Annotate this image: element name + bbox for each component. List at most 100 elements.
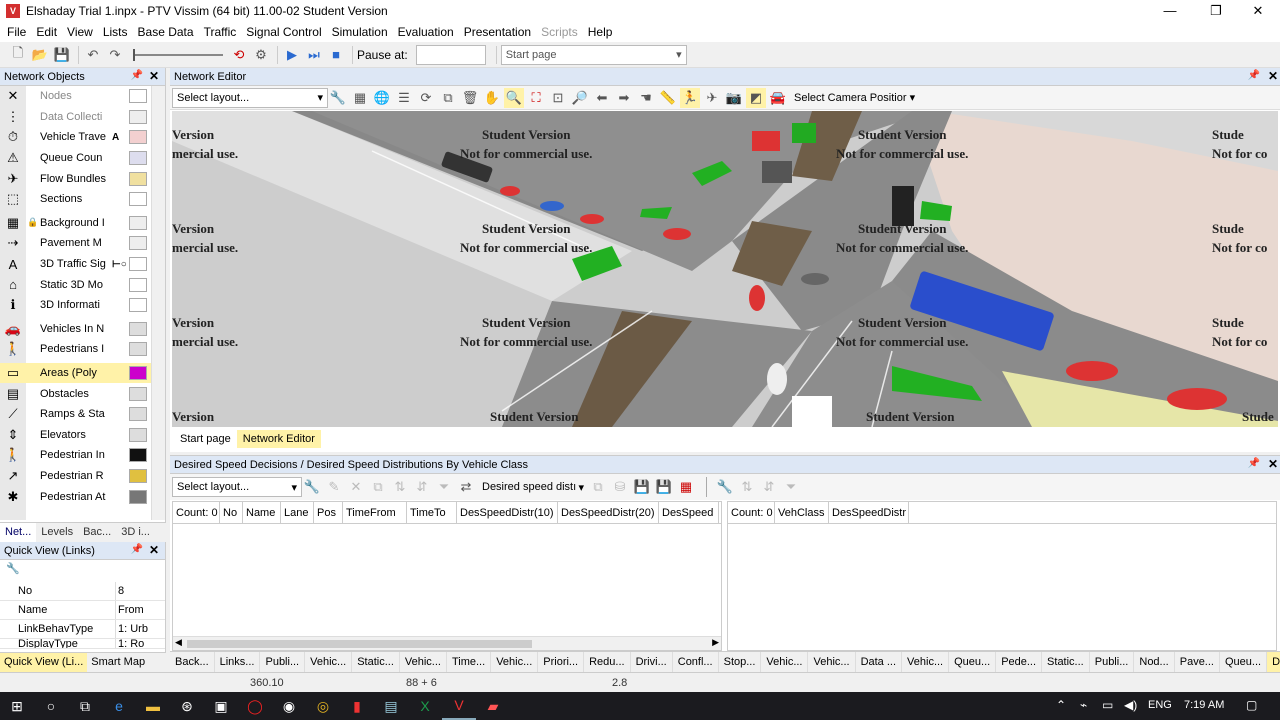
col-desspeeddistr[interactable]: DesSpeedDistr [829, 502, 909, 523]
network-object-row[interactable]: ⌂ Static 3D Mo [0, 274, 165, 295]
synchronize-icon[interactable]: ⇄ [456, 477, 476, 497]
network-object-row[interactable]: ✕ Nodes [0, 86, 165, 107]
vehicles-in-network-icon[interactable]: 🚗 [0, 319, 26, 339]
col-no[interactable]: No [220, 502, 243, 523]
distribution-select[interactable]: Desired speed distı ▾ [478, 477, 588, 497]
menu-traffic[interactable]: Traffic [199, 25, 242, 39]
qv-row-name[interactable]: Name From [0, 601, 165, 620]
display-style-swatch[interactable] [129, 366, 147, 381]
edge-icon[interactable]: e [102, 692, 136, 720]
scroll-left-icon[interactable]: ◀ [175, 637, 182, 648]
layout-select[interactable]: Select layout... ▾ [172, 87, 328, 108]
zoom-fit-icon[interactable]: ⛶ [526, 88, 546, 108]
redo-icon[interactable]: ↷ [105, 45, 125, 65]
network-object-row[interactable]: ⇢ Pavement M [0, 233, 165, 254]
network-object-row[interactable]: ⋮ Data Collecti [0, 107, 165, 128]
network-object-row[interactable]: ✱ Pedestrian At [0, 486, 165, 507]
col-name[interactable]: Name [243, 502, 281, 523]
network-object-row[interactable]: ▭ Areas (Poly [0, 362, 165, 384]
tab-smart-map[interactable]: Smart Map [87, 653, 149, 672]
tab-start-page[interactable]: Start page [174, 430, 237, 448]
task-view-icon[interactable]: ⧉ [68, 692, 102, 720]
opera-icon[interactable]: ◯ [238, 692, 272, 720]
close-icon[interactable]: ✕ [1268, 69, 1278, 83]
wrench-icon[interactable]: 🔧 [302, 477, 322, 497]
camera-icon[interactable]: 📷 [724, 88, 744, 108]
network-icon[interactable]: ⌁ [1080, 698, 1087, 712]
col-vehclass[interactable]: VehClass [775, 502, 829, 523]
pin-icon[interactable]: 📌 [131, 70, 143, 81]
col-desspeeddistr-20[interactable]: DesSpeedDistr(20) [558, 502, 659, 523]
copy-icon[interactable]: ⧉ [588, 477, 608, 497]
nodes-icon[interactable]: ✕ [0, 86, 26, 106]
play-icon[interactable]: ▶ [282, 45, 302, 65]
close-icon[interactable]: ✕ [149, 69, 159, 83]
count-header[interactable]: Count: 0 [728, 502, 775, 523]
static-3d-model-icon[interactable]: ⌂ [0, 275, 26, 295]
simulation-speed-slider[interactable] [133, 48, 223, 61]
list-tab[interactable]: Queu... [1220, 652, 1268, 672]
filter-icon[interactable]: ⏷ [781, 477, 801, 497]
pin-icon[interactable]: 📌 [1248, 458, 1260, 469]
sections-icon[interactable]: ⬚ [0, 189, 26, 209]
copy-icon[interactable]: ⧉ [438, 88, 458, 108]
menu-scripts[interactable]: Scripts [536, 25, 583, 39]
forward-arrow-icon[interactable]: ➡ [614, 88, 634, 108]
table-settings-icon[interactable]: ▦ [676, 477, 696, 497]
areas-polygon-icon[interactable]: ▭ [0, 363, 26, 383]
stop-icon[interactable]: ■ [326, 45, 346, 65]
flow-bundles-icon[interactable]: ✈ [0, 169, 26, 189]
pedestrian-input-icon[interactable]: 🚶 [0, 445, 26, 465]
label-toggle-icon[interactable]: A [112, 132, 119, 143]
list-tab[interactable]: Links... [215, 652, 261, 672]
network-object-row[interactable]: ▦ 🔒 Background I [0, 213, 165, 234]
maximize-button[interactable]: ❐ [1194, 0, 1238, 22]
database-icon[interactable]: ⛁ [610, 477, 630, 497]
elevators-icon[interactable]: ⇕ [0, 425, 26, 445]
search-icon[interactable]: ○ [34, 692, 68, 720]
close-button[interactable]: ✕ [1236, 0, 1280, 22]
flight-icon[interactable]: ✈ [702, 88, 722, 108]
filter-icon[interactable]: ⏷ [434, 477, 454, 497]
list-tab[interactable]: Static... [1042, 652, 1090, 672]
col-timefrom[interactable]: TimeFrom [343, 502, 407, 523]
tab-backgrounds[interactable]: Bac... [78, 523, 116, 542]
list-tab[interactable]: Drivi... [631, 652, 673, 672]
col-desspeed[interactable]: DesSpeed [659, 502, 719, 523]
display-style-swatch[interactable] [129, 171, 147, 186]
list-icon[interactable]: ☰ [394, 88, 414, 108]
traffic-signal-3d-icon[interactable]: A [0, 254, 26, 274]
camera-position-select[interactable]: Select Camera Positior ▾ [794, 91, 915, 104]
close-icon[interactable]: ✕ [1268, 457, 1278, 471]
info-sign-3d-icon[interactable]: ℹ [0, 295, 26, 315]
pause-at-input[interactable] [415, 44, 486, 65]
background-image-icon[interactable]: ▦ [0, 213, 26, 233]
delete-icon[interactable]: 🗑 [460, 88, 480, 108]
network-object-row[interactable]: 🚗 Vehicles In N [0, 319, 165, 340]
display-style-swatch[interactable] [129, 427, 147, 442]
display-style-swatch[interactable] [129, 407, 147, 422]
lock-icon[interactable]: 🔒 [26, 217, 40, 228]
network-object-row[interactable]: ⚠ Queue Coun [0, 148, 165, 169]
display-style-swatch[interactable] [129, 468, 147, 483]
close-icon[interactable]: ✕ [149, 543, 159, 557]
display-style-swatch[interactable] [129, 277, 147, 292]
qv-row-displaytype[interactable]: DisplayType 1: Ro [0, 639, 165, 649]
menu-help[interactable]: Help [583, 25, 618, 39]
tab-network-editor[interactable]: Network Editor [236, 430, 321, 448]
delete-icon[interactable]: ✕ [346, 477, 366, 497]
edit-icon[interactable]: ✎ [324, 477, 344, 497]
list-tab[interactable]: Publi... [1090, 652, 1135, 672]
display-style-swatch[interactable] [129, 192, 147, 207]
list-tab[interactable]: Vehic... [305, 652, 353, 672]
volume-icon[interactable]: ◀) [1124, 698, 1137, 712]
language-indicator[interactable]: ENG [1148, 699, 1172, 711]
network-object-row[interactable]: ▤ Obstacles [0, 383, 165, 404]
new-file-icon[interactable]: 🗋 [8, 45, 28, 65]
tab-levels[interactable]: Levels [36, 523, 78, 542]
queue-counter-icon[interactable]: ⚠ [0, 148, 26, 168]
col-lane[interactable]: Lane [281, 502, 314, 523]
list-tab[interactable]: Vehic... [808, 652, 856, 672]
menu-base-data[interactable]: Base Data [133, 25, 199, 39]
network-object-row[interactable]: ⏱ Vehicle Trave A [0, 127, 165, 148]
